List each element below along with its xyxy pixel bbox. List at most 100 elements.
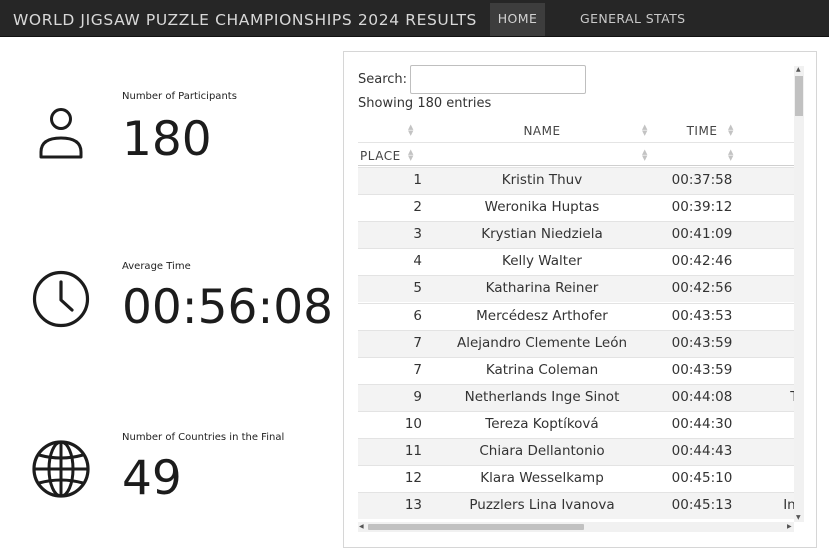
cell-country: [742, 439, 802, 466]
vertical-scroll-thumb[interactable]: [795, 76, 803, 116]
scroll-down-icon[interactable]: ▼: [796, 515, 801, 521]
cell-time: 00:37:58: [671, 172, 733, 188]
cell-country: [742, 222, 802, 249]
cell-name: Kristin Thuv: [501, 172, 583, 188]
search-input[interactable]: [410, 65, 586, 94]
table-row[interactable]: 7 Alejandro Clemente León 00:43:59: [358, 329, 802, 358]
cell-time: 00:43:59: [671, 361, 733, 378]
cell-name: Netherlands Inge Sinot: [464, 388, 620, 405]
participants-value: 180: [122, 112, 212, 167]
average-time-label: Average Time: [122, 261, 191, 272]
cell-name: Alejandro Clemente León: [456, 334, 628, 351]
average-time-value: 00:56:08: [122, 280, 334, 335]
cell-place: 7: [413, 361, 422, 378]
cell-place: 7: [413, 334, 422, 351]
sort-icon: ▲ ▼: [642, 123, 648, 137]
entries-info: Showing 180 entries: [358, 96, 492, 111]
cell-name: Tereza Koptíková: [485, 415, 599, 432]
cell-country: A: [742, 358, 802, 385]
results-panel: Search: Showing 180 entries ▲ ▼ NAME ▲ ▼ T…: [343, 51, 817, 548]
nav-general-stats[interactable]: GENERAL STATS: [573, 3, 692, 36]
cell-country: The N: [742, 385, 802, 412]
sort-icon: ▲ ▼: [408, 148, 414, 162]
cell-place: 13: [404, 497, 422, 514]
table-row[interactable]: 4 Kelly Walter 00:42:46: [358, 248, 802, 275]
col-header-country[interactable]: CO: [742, 118, 802, 142]
cell-country: [742, 195, 802, 222]
cell-name: Puzzlers Lina Ivanova: [469, 497, 615, 514]
cell-country: N: [742, 168, 802, 195]
cell-country: G: [742, 466, 802, 493]
cell-name: Mercédesz Arthofer: [476, 307, 608, 324]
cell-place: 12: [404, 470, 422, 487]
table-row[interactable]: 9 Netherlands Inge Sinot 00:44:08 The N: [358, 383, 802, 412]
table-header-row: ▲▼ NAME ▲▼ TIME ▲▼ CO: [358, 118, 802, 142]
stat-average-time: Average Time 00:56:08: [0, 260, 340, 350]
col-header-time-label: TIME: [686, 124, 718, 138]
cell-country: H: [742, 304, 802, 331]
cell-place: 4: [413, 253, 422, 270]
table-row[interactable]: 10 Tereza Koptíková 00:44:30 Czec: [358, 410, 802, 439]
cell-time: 00:45:10: [671, 470, 733, 487]
cell-place: 1: [413, 172, 422, 188]
sort-icon: ▲ ▼: [642, 148, 648, 162]
cell-place: 3: [413, 226, 422, 243]
cell-country: G: [742, 276, 802, 303]
table-row[interactable]: 5 Katharina Reiner 00:42:56 G: [358, 275, 802, 303]
cell-time: 00:43:59: [671, 334, 733, 351]
app-title[interactable]: WORLD JIGSAW PUZZLE CHAMPIONSHIPS 2024 R…: [13, 11, 477, 29]
cell-place: 11: [404, 443, 422, 459]
table-row[interactable]: 12 Klara Wesselkamp 00:45:10 G: [358, 465, 802, 492]
countries-label: Number of Countries in the Final: [122, 432, 285, 443]
table-row[interactable]: 13 Puzzlers Lina Ivanova 00:45:13 Internat: [358, 492, 802, 520]
search-label: Search:: [358, 72, 408, 87]
sort-icon: ▲ ▼: [408, 123, 414, 137]
stat-countries: Number of Countries in the Final 49: [0, 431, 340, 521]
cell-time: 00:42:46: [671, 253, 733, 270]
cell-time: 00:44:30: [671, 415, 733, 432]
cell-name: Weronika Huptas: [484, 199, 600, 216]
top-navbar: WORLD JIGSAW PUZZLE CHAMPIONSHIPS 2024 R…: [0, 0, 829, 37]
cell-time: 00:41:09: [671, 226, 733, 243]
cell-name: Katrina Coleman: [485, 361, 599, 378]
table-row[interactable]: 7 Katrina Coleman 00:43:59 A: [358, 356, 802, 385]
sort-icon: ▲ ▼: [728, 123, 734, 137]
cell-time: 00:42:56: [671, 280, 733, 297]
table-horizontal-scrollbar[interactable]: ◀ ▶: [358, 522, 794, 532]
table-row[interactable]: 1 Kristin Thuv 00:37:58 N: [358, 167, 802, 194]
cell-time: 00:44:43: [671, 443, 733, 459]
cell-time: 00:45:13: [671, 497, 733, 514]
cell-name: Katharina Reiner: [485, 280, 599, 297]
cell-country: [742, 331, 802, 358]
cell-country: Czec: [742, 412, 802, 439]
table-row[interactable]: 11 Chiara Dellantonio 00:44:43: [358, 438, 802, 465]
col-header-time[interactable]: TIME ▲ ▼: [662, 118, 742, 142]
clock-icon: [32, 270, 90, 328]
scroll-left-icon[interactable]: ◀: [359, 524, 364, 530]
horizontal-scroll-thumb[interactable]: [368, 524, 584, 530]
countries-value: 49: [122, 451, 182, 506]
cell-place: 5: [413, 280, 422, 297]
table-row[interactable]: 6 Mercédesz Arthofer 00:43:53 H: [358, 302, 802, 331]
cell-name: Krystian Niedziela: [481, 226, 603, 243]
table-vertical-scrollbar[interactable]: ▲ ▼: [794, 66, 804, 522]
cell-country: Internat: [783, 497, 802, 514]
cell-time: 00:44:08: [671, 388, 733, 405]
person-icon: [39, 108, 83, 159]
cell-name: Kelly Walter: [502, 253, 582, 270]
table-row[interactable]: 2 Weronika Huptas 00:39:12: [358, 194, 802, 221]
nav-home[interactable]: HOME: [490, 3, 545, 36]
col-header-name[interactable]: NAME ▲ ▼: [422, 118, 662, 142]
cell-country: [742, 249, 802, 276]
cell-name: Klara Wesselkamp: [480, 470, 604, 487]
scroll-right-icon[interactable]: ▶: [787, 524, 792, 530]
stat-participants: Number of Participants 180: [0, 90, 340, 180]
cell-name: Chiara Dellantonio: [479, 443, 605, 459]
sort-icon: ▲ ▼: [728, 148, 734, 162]
cell-place: 10: [404, 415, 422, 432]
table-row[interactable]: 3 Krystian Niedziela 00:41:09: [358, 221, 802, 249]
participants-label: Number of Participants: [122, 91, 237, 102]
cell-place: 6: [413, 307, 422, 324]
scroll-up-icon[interactable]: ▲: [796, 67, 801, 73]
col-header-place-sort[interactable]: ▲ ▼: [358, 118, 422, 142]
